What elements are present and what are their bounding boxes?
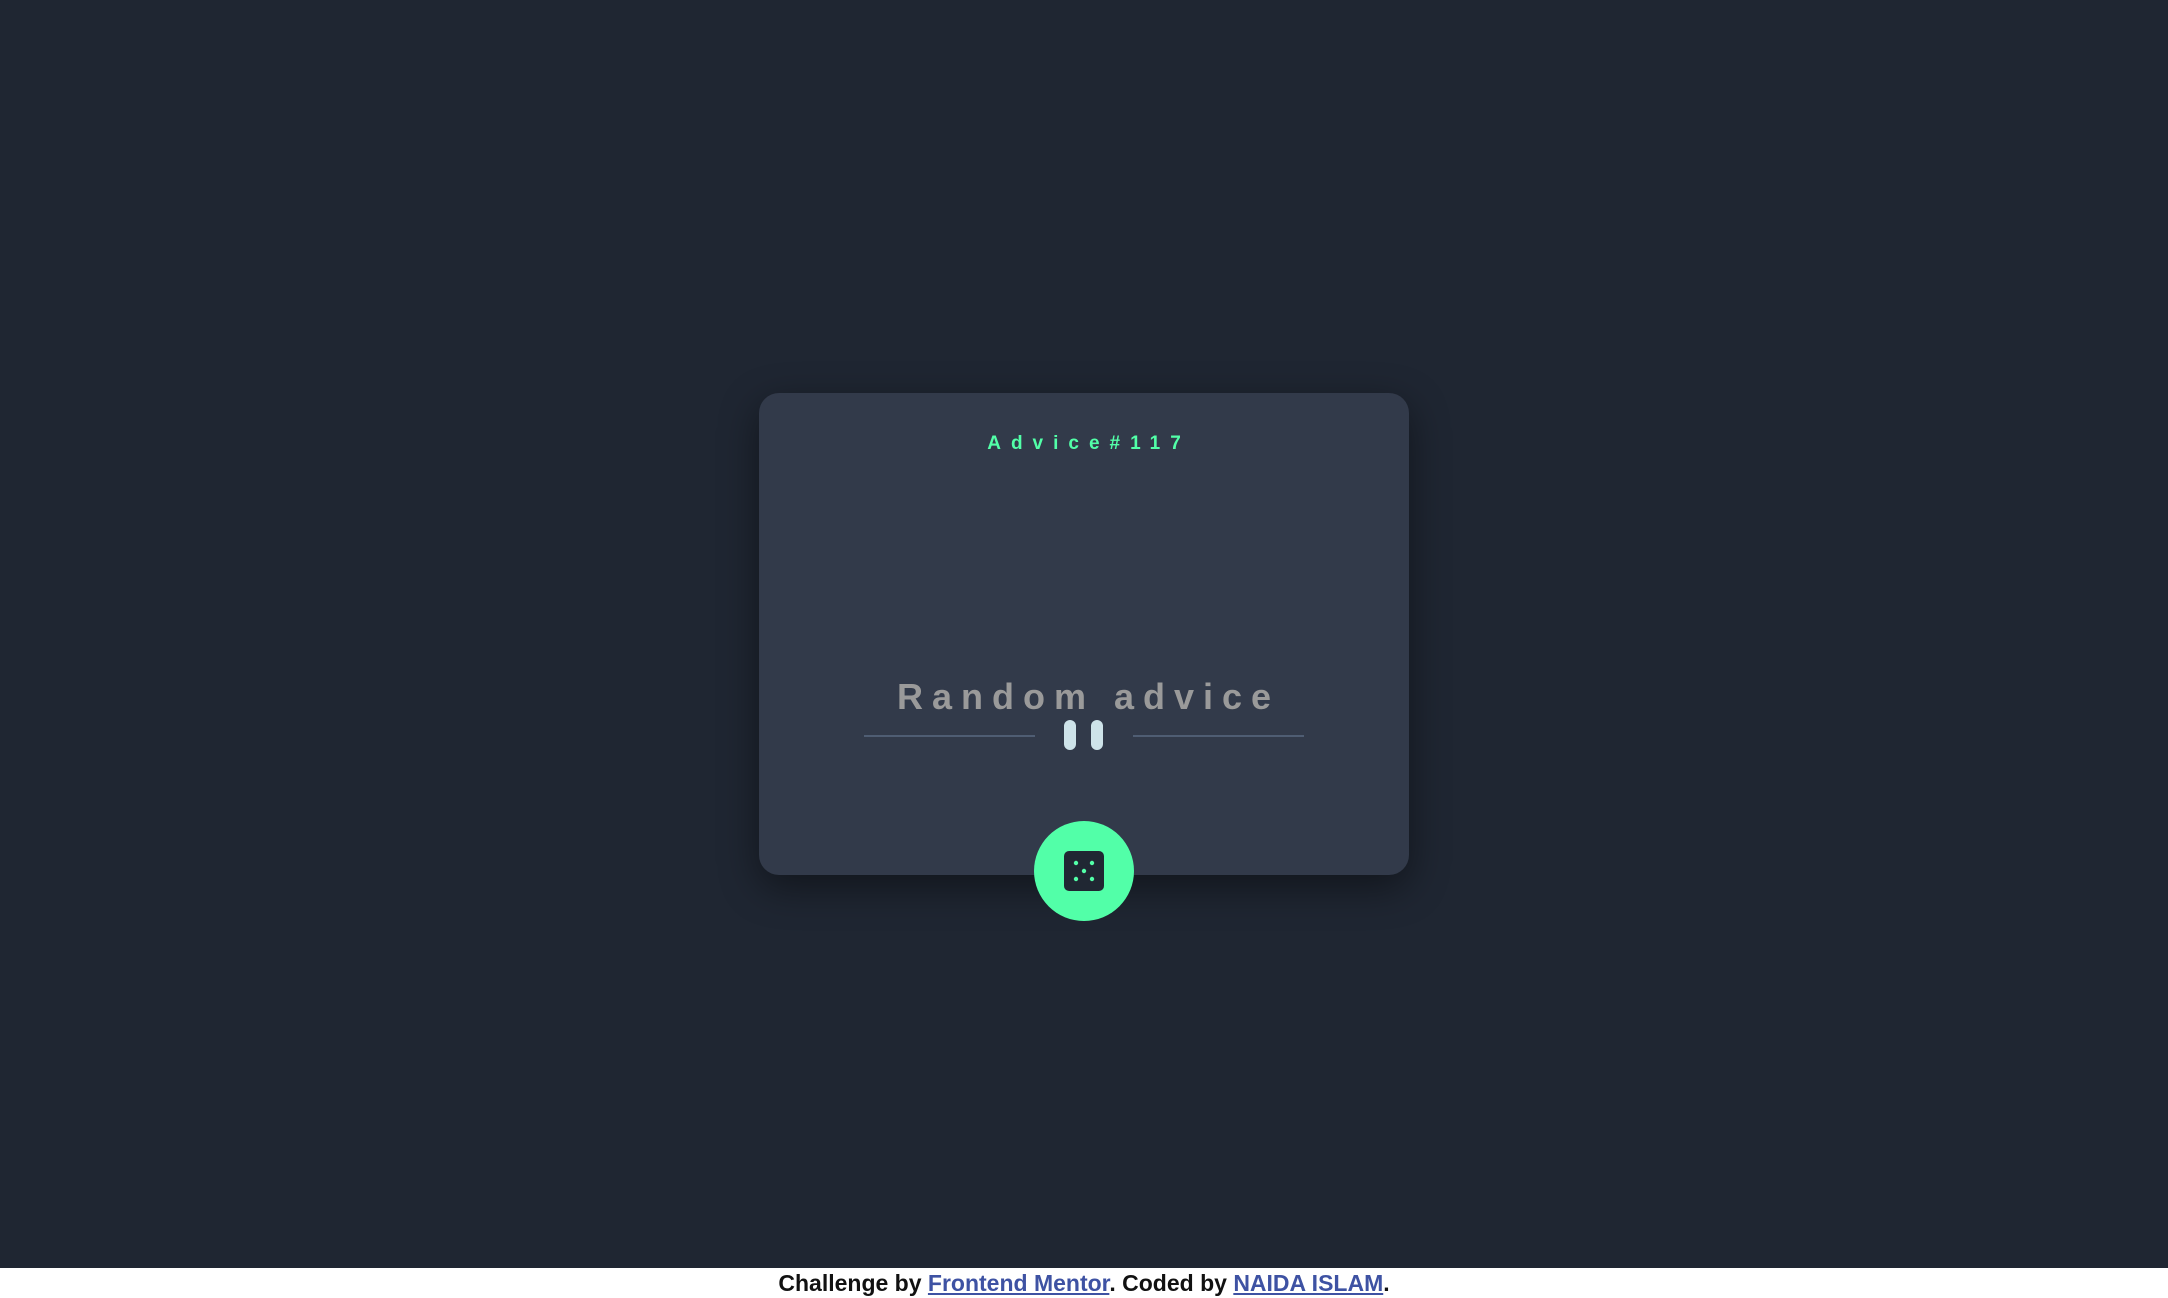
frontend-mentor-link[interactable]: Frontend Mentor [928,1270,1109,1296]
attribution-suffix: . [1383,1270,1390,1296]
attribution-footer: Challenge by Frontend Mentor. Coded by N… [0,1268,2168,1298]
divider-line-right [1133,735,1304,737]
page-background: Advice#117 Random advice [0,0,2168,1268]
attribution-challenge-prefix: Challenge by [778,1270,928,1296]
author-link[interactable]: NAIDA ISLAM [1233,1270,1383,1296]
attribution-coded-prefix: . Coded by [1109,1270,1234,1296]
advice-number: Advice#117 [987,433,1191,454]
pause-icon [1064,720,1104,752]
new-advice-button[interactable] [1034,821,1134,921]
advice-text: Random advice [896,676,1281,717]
pause-bar-right [1091,720,1103,750]
pattern-divider [864,720,1304,752]
advice-card: Advice#117 Random advice [759,393,1409,875]
pause-bar-left [1064,720,1076,750]
divider-line-left [864,735,1035,737]
dice-icon [1064,851,1104,891]
